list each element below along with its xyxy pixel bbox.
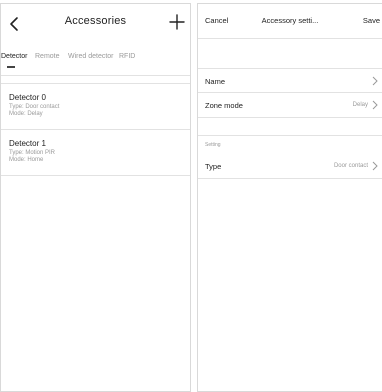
chevron-right-icon <box>372 161 378 171</box>
active-tab-indicator <box>7 66 15 68</box>
name-row[interactable]: Name <box>198 68 382 93</box>
chevron-right-icon <box>372 100 378 110</box>
detector-type: Type: Door contact <box>9 104 60 110</box>
tabs-spacer <box>1 76 190 84</box>
page-title: Accessories <box>64 15 127 27</box>
section-title: Setting <box>205 142 221 148</box>
add-accessory-button[interactable] <box>167 12 187 32</box>
tab-remote[interactable]: Remote <box>35 53 60 60</box>
type-label: Type <box>205 162 222 171</box>
detector-name: Detector 1 <box>9 139 46 148</box>
accessories-header: Accessories <box>1 4 190 44</box>
tab-detector[interactable]: Detector <box>1 53 27 60</box>
detector-type: Type: Motion PIR <box>9 150 56 156</box>
zone-mode-row[interactable]: Zone mode Delay <box>198 93 382 118</box>
tab-wired-detector[interactable]: Wired detector <box>68 53 114 60</box>
detector-name: Detector 0 <box>9 93 46 102</box>
settings-header: Cancel Accessory setti... Save <box>198 4 382 38</box>
plus-icon <box>169 14 185 30</box>
name-label: Name <box>205 77 226 86</box>
type-row[interactable]: Type Door contact <box>198 154 382 179</box>
tab-rfid[interactable]: RFID <box>119 53 135 60</box>
save-button[interactable]: Save <box>363 16 380 25</box>
chevron-right-icon <box>372 76 378 86</box>
accessory-tabs: Detector Remote Wired detector RFID <box>1 44 190 76</box>
accessories-screen: Accessories Detector Remote Wired detect… <box>0 3 191 392</box>
accessory-settings-screen: Cancel Accessory setti... Save Name Zone… <box>197 3 382 392</box>
zone-mode-label: Zone mode <box>205 101 243 110</box>
detector-list-item[interactable]: Detector 1 Type: Motion PIR Mode: Home <box>1 130 190 176</box>
header-spacer <box>198 38 382 68</box>
detector-list-item[interactable]: Detector 0 Type: Door contact Mode: Dela… <box>1 84 190 130</box>
detector-mode: Mode: Delay <box>9 111 43 117</box>
type-value: Door contact <box>333 163 368 169</box>
settings-title: Accessory setti... <box>261 16 319 25</box>
detector-mode: Mode: Home <box>9 157 44 163</box>
zone-mode-value: Delay <box>352 102 368 108</box>
setting-section-header: Setting <box>198 135 382 154</box>
